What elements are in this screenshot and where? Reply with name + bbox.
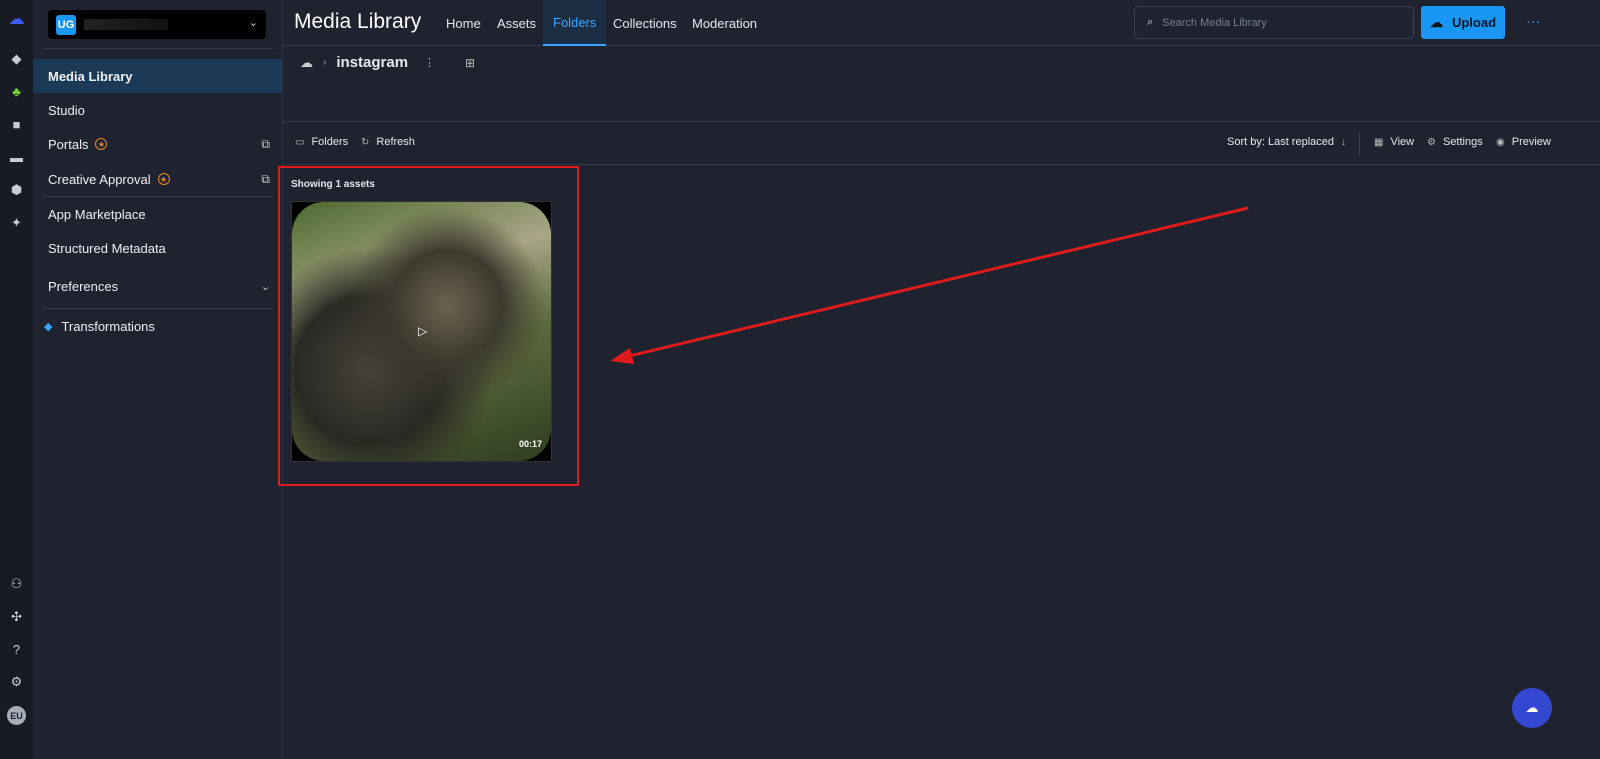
cloudinary-assistant-button[interactable]: ☁	[1512, 688, 1552, 728]
cloud-icon: ☁	[1525, 700, 1539, 715]
annotation-arrow	[610, 206, 1249, 364]
